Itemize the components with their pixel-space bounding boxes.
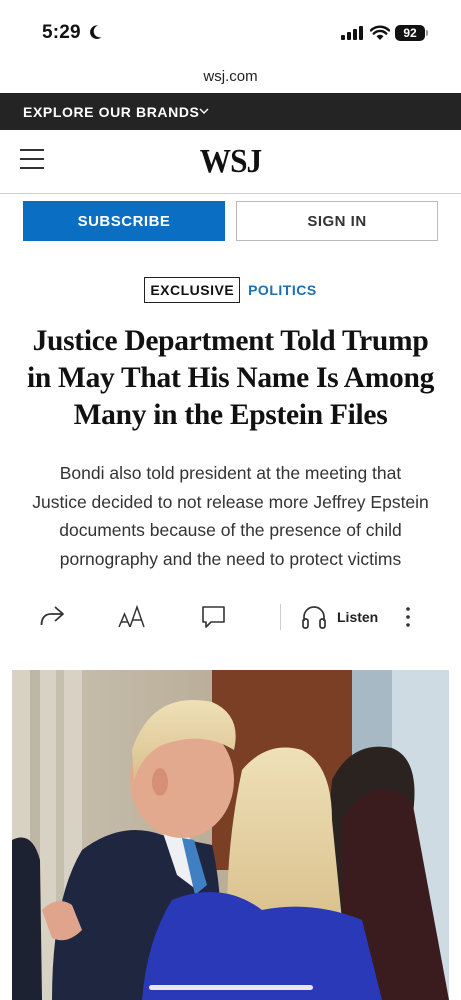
subscribe-button[interactable]: SUBSCRIBE — [23, 201, 225, 241]
status-bar: 5:29 92 — [0, 0, 461, 62]
url-bar[interactable]: wsj.com — [0, 62, 461, 92]
comment-icon[interactable] — [200, 604, 228, 630]
home-indicator[interactable] — [149, 985, 313, 990]
article-headline: Justice Department Told Trump in May Tha… — [14, 323, 447, 434]
site-header: WSJ — [0, 130, 461, 194]
wsj-logo[interactable]: WSJ — [18, 143, 442, 181]
article-toolbar: Listen — [0, 595, 461, 639]
article-photo-image — [12, 670, 449, 1000]
moon-icon — [90, 25, 102, 40]
listen-button[interactable]: Listen — [337, 609, 378, 625]
status-time: 5:29 — [42, 22, 81, 43]
sign-in-button[interactable]: SIGN IN — [236, 201, 438, 241]
toolbar-divider — [280, 604, 281, 630]
dek-line: documents because of the presence of chi… — [59, 520, 402, 540]
headline-line: in May That His Name Is Among — [26, 362, 435, 394]
dek-line: pornography and the need to protect vict… — [59, 548, 402, 569]
headphones-icon[interactable] — [301, 604, 327, 630]
dek-line: Bondi also told president at the meeting… — [59, 463, 402, 483]
url-domain: wsj.com — [203, 68, 258, 85]
wifi-icon — [370, 25, 390, 40]
more-icon[interactable] — [404, 606, 412, 628]
exclusive-badge: EXCLUSIVE — [144, 277, 241, 303]
headline-line: Many in the Epstein Files — [73, 399, 388, 431]
share-icon[interactable] — [38, 603, 66, 629]
article-photo[interactable] — [12, 670, 449, 1000]
signal-icon — [341, 26, 363, 40]
headline-line: Justice Department Told Trump — [32, 325, 429, 357]
dek-line: Justice decided to not release more Jeff… — [32, 491, 429, 512]
article-flags: EXCLUSIVE POLITICS — [0, 277, 461, 303]
section-link-politics[interactable]: POLITICS — [248, 282, 317, 298]
chevron-down-icon — [199, 108, 209, 114]
battery-indicator: 92 — [395, 25, 425, 41]
explore-brands-bar[interactable]: EXPLORE OUR BRANDS — [0, 93, 461, 130]
explore-brands-label: EXPLORE OUR BRANDS — [23, 104, 200, 120]
battery-nub — [426, 30, 428, 36]
text-size-icon[interactable] — [117, 604, 147, 630]
article-dek: Bondi also told president at the meeting… — [16, 459, 445, 573]
